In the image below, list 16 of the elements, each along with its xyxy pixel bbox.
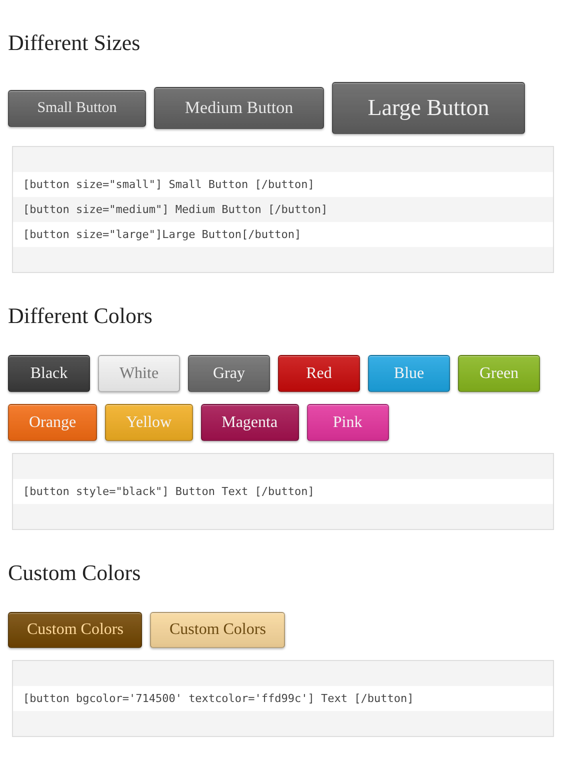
- sample-button[interactable]: Black: [8, 355, 90, 392]
- sample-button[interactable]: Large Button: [332, 82, 525, 134]
- sample-button[interactable]: Custom Colors: [8, 612, 142, 648]
- section-heading: Custom Colors: [8, 560, 142, 586]
- sample-button[interactable]: White: [98, 355, 180, 392]
- sample-button[interactable]: Blue: [368, 355, 450, 392]
- sample-button[interactable]: Custom Colors: [150, 612, 285, 648]
- sample-button[interactable]: Medium Button: [154, 87, 324, 129]
- sample-button[interactable]: Magenta: [200, 404, 299, 441]
- sample-button[interactable]: Orange: [8, 404, 98, 441]
- sample-button[interactable]: Red: [278, 355, 360, 392]
- sample-button[interactable]: Pink: [306, 404, 389, 441]
- section-heading: Different Colors: [8, 303, 154, 329]
- sample-button[interactable]: Small Button: [8, 90, 146, 126]
- section-heading: Different Sizes: [8, 30, 142, 56]
- sample-button[interactable]: Gray: [188, 355, 270, 392]
